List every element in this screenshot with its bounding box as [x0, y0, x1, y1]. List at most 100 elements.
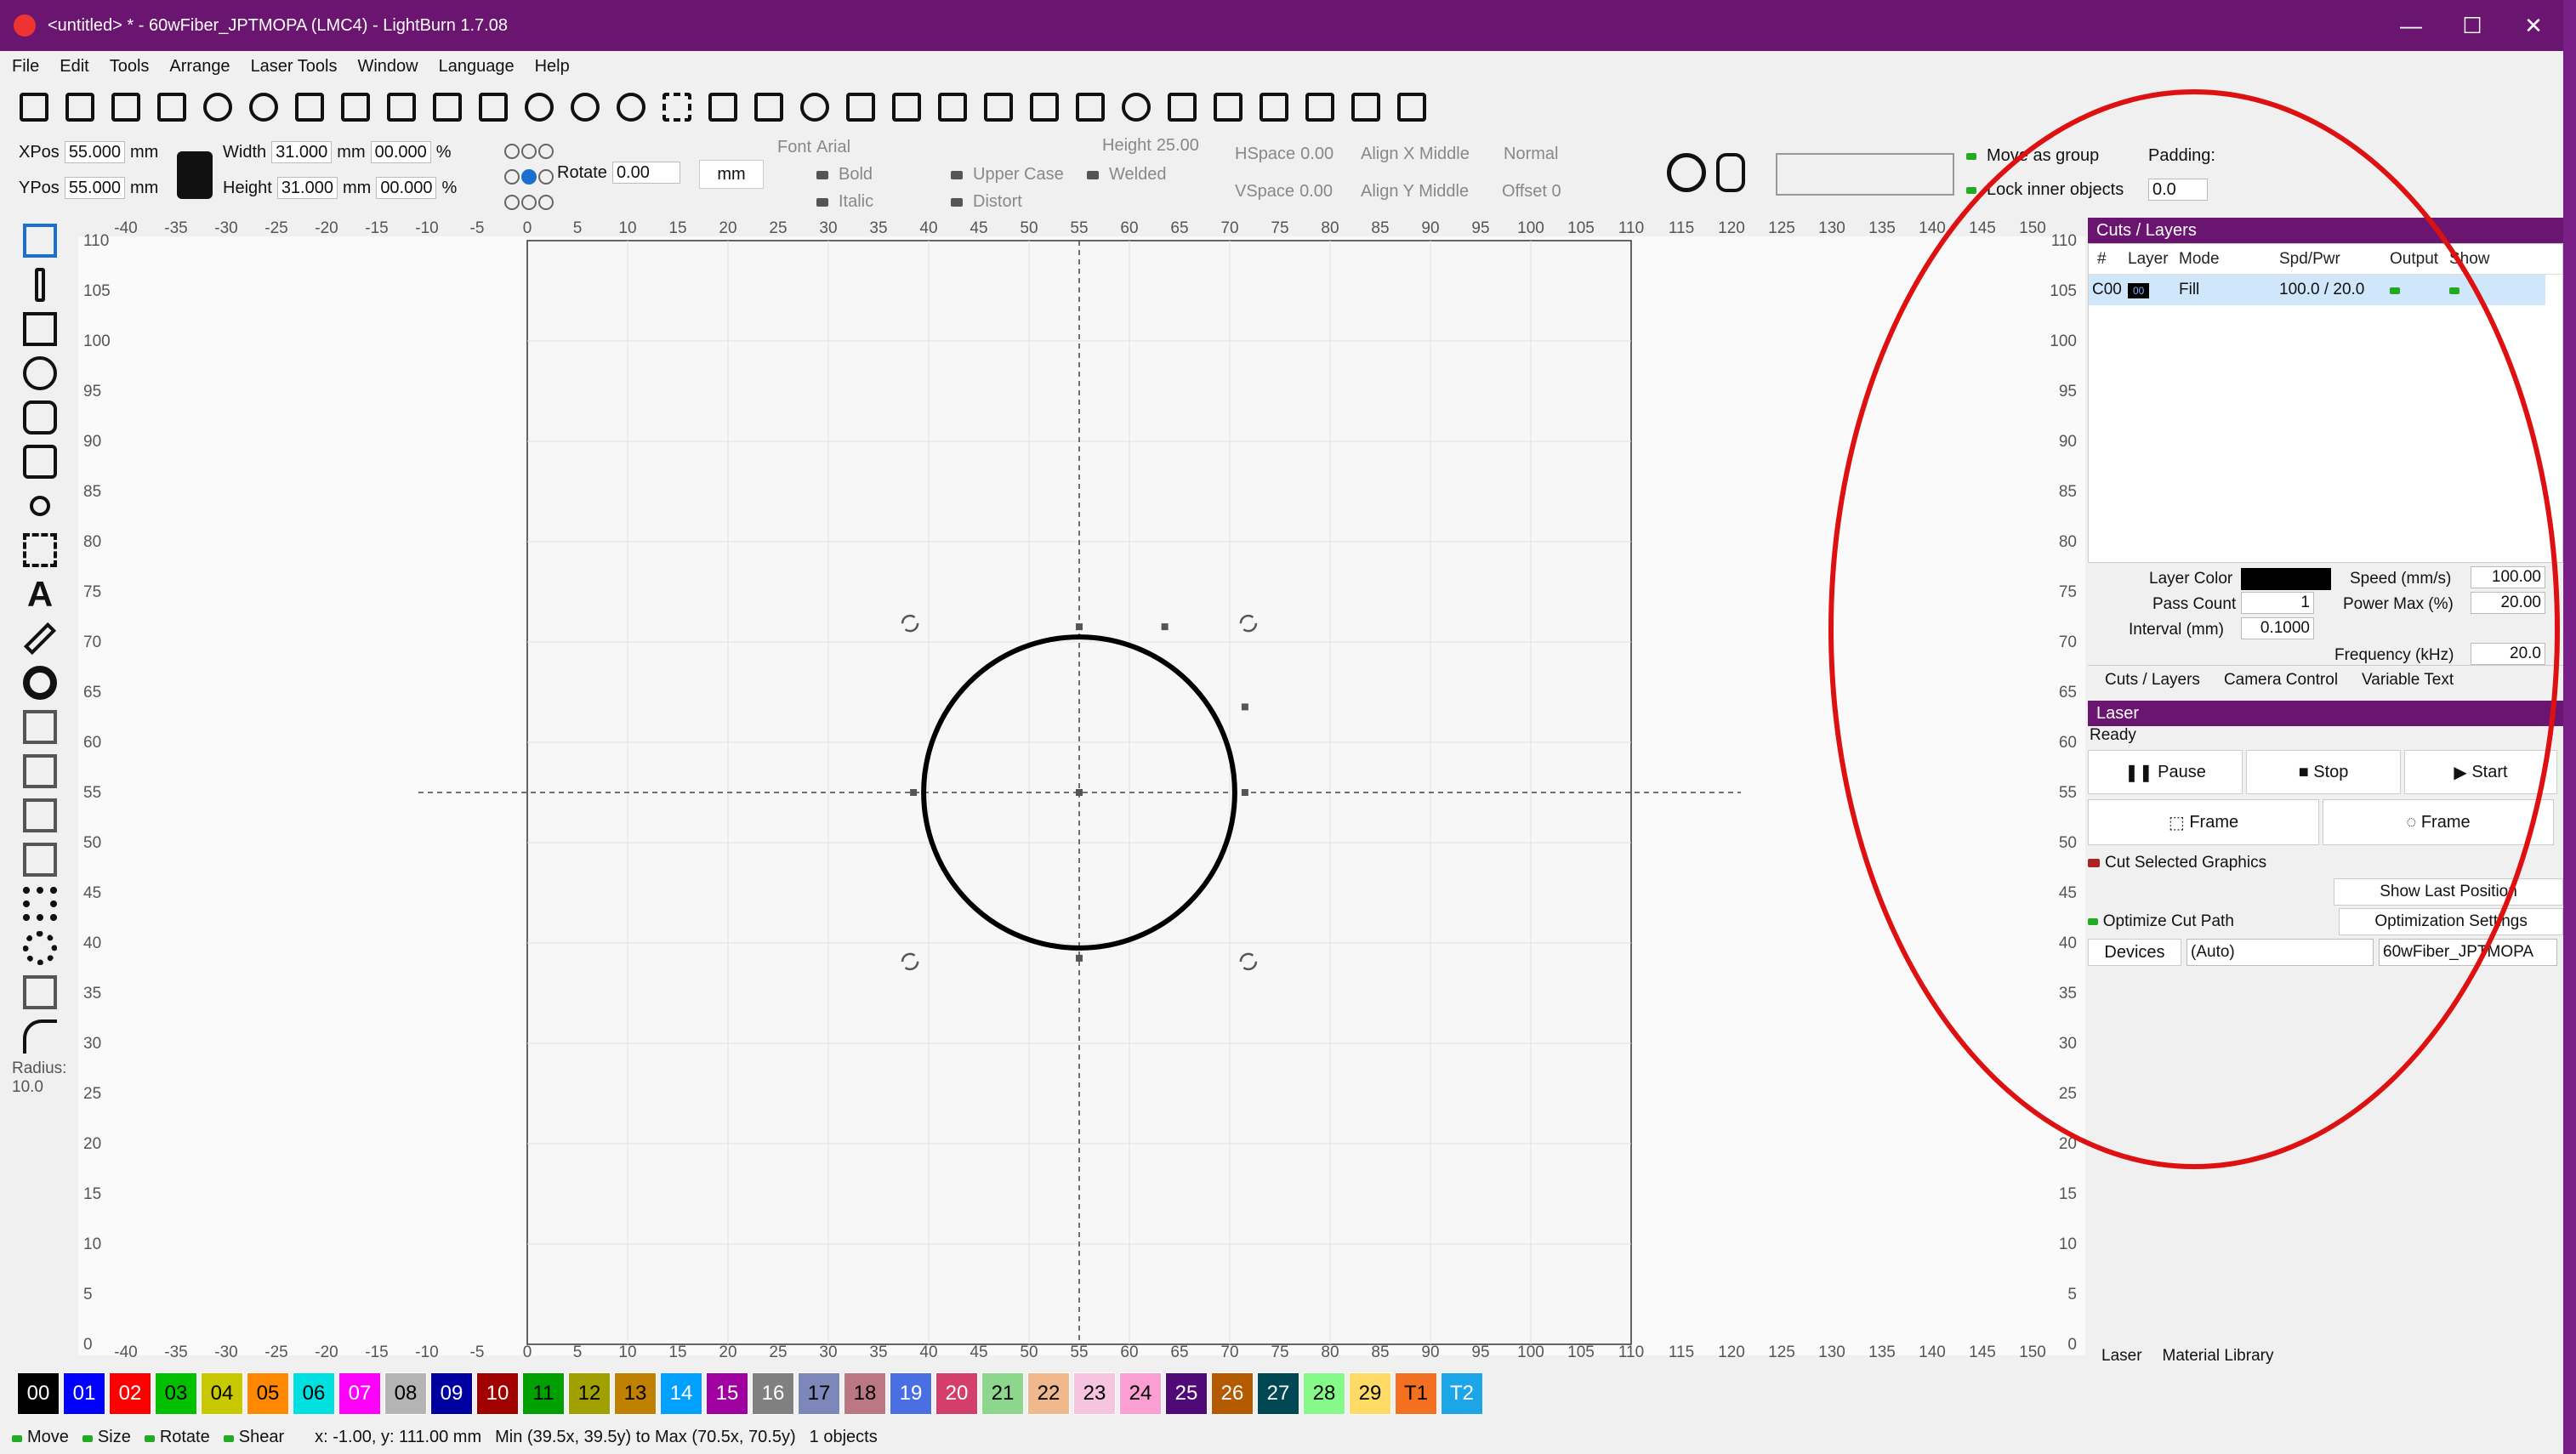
padding-input[interactable]: 0.0: [2148, 179, 2208, 201]
menu-file[interactable]: File: [12, 57, 39, 77]
corner-radius-icon[interactable]: [15, 1015, 65, 1058]
menu-laser-tools[interactable]: Laser Tools: [251, 57, 338, 77]
layer-color-swatch[interactable]: [2241, 568, 2331, 590]
optimization-settings-button[interactable]: Optimization Settings: [2339, 908, 2563, 935]
menu-edit[interactable]: Edit: [60, 57, 88, 77]
rectangle-icon[interactable]: [15, 308, 65, 350]
crop-icon[interactable]: [15, 529, 65, 571]
menu-window[interactable]: Window: [357, 57, 418, 77]
workspace-canvas[interactable]: -40 -40 -35 -35 -30 -30 -25 -25 -20 -20 -15 -15 -10 -…: [78, 218, 2085, 1374]
hspace-input[interactable]: 0.00: [1300, 145, 1333, 164]
optimize-cut-path-checkbox[interactable]: Optimize Cut Path: [2103, 912, 2339, 931]
dock-icon[interactable]: [1391, 87, 1432, 128]
send-icon[interactable]: [1070, 87, 1111, 128]
status-size[interactable]: Size: [98, 1428, 131, 1446]
font-select[interactable]: Arial: [816, 138, 850, 157]
italic-checkbox[interactable]: Italic: [839, 192, 873, 212]
palette-swatch-10[interactable]: 10: [476, 1372, 519, 1415]
cut-selected-row[interactable]: Cut Selected Graphics: [2088, 849, 2563, 878]
palette-swatch-27[interactable]: 27: [1257, 1372, 1299, 1415]
offset-icon[interactable]: [15, 662, 65, 704]
menu-arrange[interactable]: Arrange: [169, 57, 230, 77]
database-icon[interactable]: [1716, 153, 1745, 192]
palette-swatch-04[interactable]: 04: [201, 1372, 243, 1415]
ruler-icon[interactable]: [15, 617, 65, 660]
target-icon[interactable]: [1116, 87, 1157, 128]
align-right-icon[interactable]: [1208, 87, 1248, 128]
palette-swatch-17[interactable]: 17: [798, 1372, 840, 1415]
frame-circle-button[interactable]: ◌ Frame: [2323, 799, 2554, 845]
pass-count-input[interactable]: 1: [2241, 592, 2314, 614]
palette-swatch-24[interactable]: 24: [1119, 1372, 1162, 1415]
subtract-icon[interactable]: [15, 794, 65, 837]
tab-variable-text[interactable]: Variable Text: [2362, 671, 2454, 690]
intersect-icon[interactable]: [15, 838, 65, 881]
alignment-tools-icon[interactable]: [1776, 153, 1954, 196]
interval-input[interactable]: 0.1000: [2241, 617, 2314, 639]
move-icon[interactable]: [473, 87, 514, 128]
frequency-input[interactable]: 20.0: [2471, 643, 2545, 665]
status-rotate[interactable]: Rotate: [160, 1428, 210, 1446]
delete-icon[interactable]: [427, 87, 468, 128]
node-edit-icon[interactable]: [15, 971, 65, 1014]
align-top-icon[interactable]: [1254, 87, 1294, 128]
settings-icon[interactable]: [794, 87, 835, 128]
flip-horizontal-icon[interactable]: [978, 87, 1019, 128]
status-move[interactable]: Move: [27, 1428, 69, 1446]
move-as-group-checkbox[interactable]: Move as group: [1987, 146, 2099, 166]
palette-swatch-26[interactable]: 26: [1211, 1372, 1254, 1415]
copy-icon[interactable]: [335, 87, 376, 128]
font-height-input[interactable]: 25.00: [1157, 136, 1199, 156]
undo-icon[interactable]: [197, 87, 238, 128]
anchor-selector[interactable]: [503, 139, 554, 213]
height-pct-input[interactable]: 00.000: [376, 177, 437, 199]
mirror-icon[interactable]: [1024, 87, 1065, 128]
frame-selection-icon[interactable]: [657, 87, 697, 128]
tab-cuts-layers[interactable]: Cuts / Layers: [2105, 671, 2200, 690]
palette-swatch-29[interactable]: 29: [1349, 1372, 1391, 1415]
palette-swatch-03[interactable]: 03: [155, 1372, 197, 1415]
status-shear[interactable]: Shear: [239, 1428, 284, 1446]
tab-material-library[interactable]: Material Library: [2163, 1347, 2274, 1366]
palette-swatch-15[interactable]: 15: [706, 1372, 748, 1415]
pentagon-icon[interactable]: [15, 440, 65, 483]
palette-swatch-05[interactable]: 05: [247, 1372, 289, 1415]
device-port-select[interactable]: (Auto): [2186, 939, 2374, 966]
align-x-select[interactable]: Align X Middle: [1361, 145, 1470, 164]
circular-array-icon[interactable]: [15, 927, 65, 969]
pen-icon[interactable]: [15, 264, 65, 306]
boolean-tools[interactable]: [1667, 153, 1760, 196]
grid-array-icon[interactable]: [15, 883, 65, 925]
palette-swatch-T2[interactable]: T2: [1441, 1372, 1483, 1415]
palette-swatch-18[interactable]: 18: [844, 1372, 886, 1415]
palette-swatch-25[interactable]: 25: [1165, 1372, 1208, 1415]
lock-icon[interactable]: [177, 151, 213, 199]
show-toggle[interactable]: [2449, 287, 2459, 294]
palette-swatch-01[interactable]: 01: [63, 1372, 105, 1415]
palette-swatch-02[interactable]: 02: [109, 1372, 151, 1415]
paste-icon[interactable]: [381, 87, 422, 128]
palette-swatch-28[interactable]: 28: [1303, 1372, 1345, 1415]
save-icon[interactable]: [105, 87, 146, 128]
polygon-icon[interactable]: [15, 396, 65, 439]
save-as-icon[interactable]: [151, 87, 192, 128]
palette-swatch-20[interactable]: 20: [935, 1372, 978, 1415]
frame-rect-button[interactable]: ⬚ Frame: [2088, 799, 2319, 845]
group-icon[interactable]: [886, 87, 927, 128]
cut-selected-checkbox[interactable]: Cut Selected Graphics: [2105, 854, 2266, 872]
camera-icon[interactable]: [702, 87, 743, 128]
minimize-button[interactable]: —: [2381, 0, 2441, 51]
output-toggle[interactable]: [2390, 287, 2400, 294]
power-max-input[interactable]: 20.00: [2471, 592, 2545, 614]
xpos-input[interactable]: 55.000: [64, 141, 125, 163]
align-middle-icon[interactable]: [1299, 87, 1340, 128]
palette-swatch-21[interactable]: 21: [981, 1372, 1024, 1415]
offset-input[interactable]: Offset 0: [1502, 182, 1561, 202]
align-y-select[interactable]: Align Y Middle: [1361, 182, 1469, 202]
pause-button[interactable]: ❚❚ Pause: [2088, 750, 2243, 794]
redo-icon[interactable]: [243, 87, 284, 128]
stop-button[interactable]: ■ Stop: [2246, 750, 2401, 794]
zoom-in-icon[interactable]: [565, 87, 606, 128]
units-button[interactable]: mm: [699, 160, 764, 189]
new-file-icon[interactable]: [14, 87, 54, 128]
